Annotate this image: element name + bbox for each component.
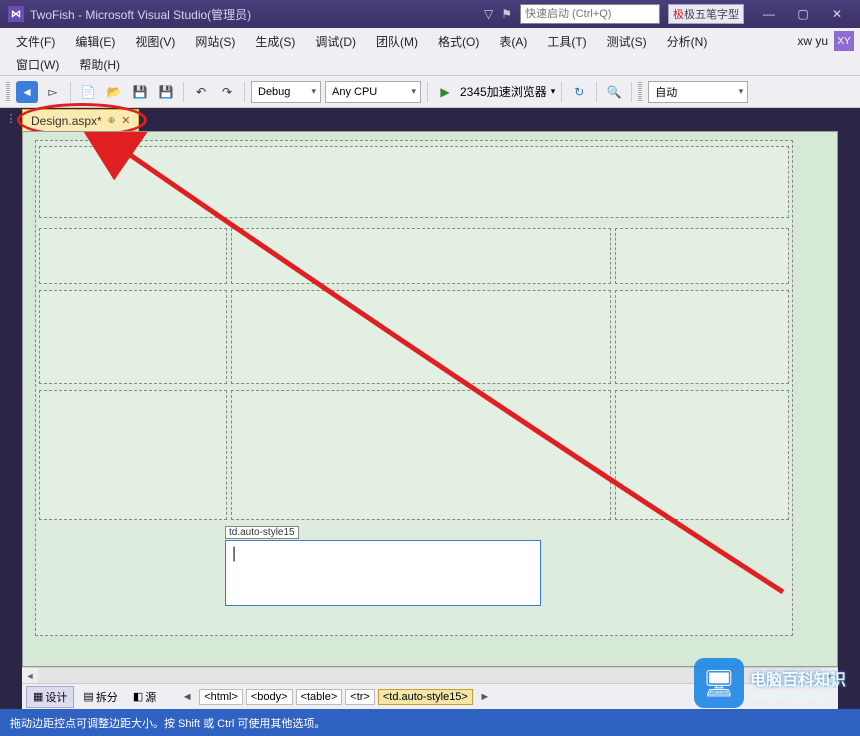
table-row-1[interactable]: [39, 146, 789, 218]
watermark: 🖥 电脑百科知识 www.pc-daily.com: [694, 658, 846, 708]
toolbar-grip[interactable]: [6, 82, 10, 102]
menu-edit[interactable]: 编辑(E): [65, 33, 125, 50]
editor-pane: td.auto-style15 ◄ ► ▦ 设计 ▤ 拆分 ◧ 源 ◄ <htm…: [22, 131, 838, 709]
menu-table[interactable]: 表(A): [489, 33, 537, 50]
find-button[interactable]: 🔍: [603, 81, 625, 103]
main-toolbar: ◄ ▻ 📄 📂 💾 💾 ↶ ↷ Debug Any CPU ▶ 2345加速浏览…: [0, 76, 860, 108]
menu-build[interactable]: 生成(S): [245, 33, 305, 50]
crumb-td[interactable]: <td.auto-style15>: [378, 689, 473, 705]
crumb-body[interactable]: <body>: [246, 689, 293, 705]
menu-help[interactable]: 帮助(H): [69, 56, 130, 73]
selected-cell[interactable]: [225, 540, 541, 606]
menu-file[interactable]: 文件(F): [6, 33, 65, 50]
minimize-button[interactable]: —: [754, 7, 784, 21]
save-button[interactable]: 💾: [129, 81, 151, 103]
menu-bar-row2: 窗口(W) 帮助(H): [0, 54, 860, 76]
redo-button[interactable]: ↷: [216, 81, 238, 103]
menu-team[interactable]: 团队(M): [366, 33, 428, 50]
table-cell-r2c2[interactable]: [231, 228, 611, 284]
table-cell-r2c1[interactable]: [39, 228, 227, 284]
pin-icon[interactable]: ⊕: [108, 115, 116, 126]
menu-test[interactable]: 测试(S): [597, 33, 657, 50]
menu-window[interactable]: 窗口(W): [6, 56, 69, 73]
notification-icon[interactable]: ▽: [484, 7, 493, 21]
nav-forward-button[interactable]: ▻: [42, 81, 64, 103]
tab-label: Design.aspx*: [31, 114, 102, 128]
feedback-icon[interactable]: ⚑: [501, 7, 512, 21]
table-cell-r4c3[interactable]: [615, 390, 789, 520]
watermark-title: 电脑百科知识: [750, 672, 846, 689]
status-text: 拖动边距控点可调整边距大小。按 Shift 或 Ctrl 可使用其他选项。: [10, 715, 325, 731]
workspace: ⋮ Design.aspx* ⊕ ✕ td.auto-style15: [0, 108, 860, 709]
run-button[interactable]: ▶: [434, 81, 456, 103]
user-badge[interactable]: XY: [834, 31, 854, 51]
view-design[interactable]: ▦ 设计: [26, 686, 74, 708]
crumb-table[interactable]: <table>: [296, 689, 343, 705]
menu-analyze[interactable]: 分析(N): [657, 33, 718, 50]
left-rail[interactable]: ⋮: [0, 108, 22, 709]
view-split[interactable]: ▤ 拆分: [77, 687, 123, 707]
watermark-icon: 🖥: [694, 658, 744, 708]
maximize-button[interactable]: ▢: [788, 7, 818, 21]
platform-dropdown[interactable]: Any CPU: [325, 81, 421, 103]
window-title: TwoFish - Microsoft Visual Studio(管理员): [30, 6, 251, 23]
undo-button[interactable]: ↶: [190, 81, 212, 103]
table-cell-r4c2[interactable]: [231, 390, 611, 520]
nav-back-button[interactable]: ◄: [16, 81, 38, 103]
close-button[interactable]: ✕: [822, 7, 852, 21]
watermark-url: www.pc-daily.com: [750, 690, 846, 701]
open-file-button[interactable]: 📂: [103, 81, 125, 103]
cell-tag-label: td.auto-style15: [225, 526, 299, 539]
crumb-prev[interactable]: ◄: [178, 691, 196, 703]
user-name[interactable]: xw yu: [797, 34, 828, 48]
target-dropdown[interactable]: 自动: [648, 81, 748, 103]
save-all-button[interactable]: 💾: [155, 81, 177, 103]
menu-format[interactable]: 格式(O): [428, 33, 489, 50]
crumb-next[interactable]: ►: [476, 691, 494, 703]
menu-website[interactable]: 网站(S): [185, 33, 245, 50]
ime-indicator[interactable]: 极极五笔字型: [668, 4, 744, 24]
menu-tools[interactable]: 工具(T): [537, 33, 596, 50]
crumb-tr[interactable]: <tr>: [345, 689, 375, 705]
menu-bar: 文件(F) 编辑(E) 视图(V) 网站(S) 生成(S) 调试(D) 团队(M…: [0, 28, 860, 54]
title-bar: ⋈ TwoFish - Microsoft Visual Studio(管理员)…: [0, 0, 860, 28]
tab-design-aspx[interactable]: Design.aspx* ⊕ ✕: [22, 109, 139, 131]
table-cell-r3c3[interactable]: [615, 290, 789, 384]
menu-view[interactable]: 视图(V): [125, 33, 185, 50]
scroll-left-arrow[interactable]: ◄: [22, 668, 38, 684]
new-file-button[interactable]: 📄: [77, 81, 99, 103]
browser-link-button[interactable]: ↻: [568, 81, 590, 103]
table-cell-r2c3[interactable]: [615, 228, 789, 284]
run-target-label[interactable]: 2345加速浏览器: [460, 83, 547, 100]
close-tab-icon[interactable]: ✕: [121, 114, 130, 127]
vs-logo-icon: ⋈: [8, 6, 24, 22]
table-cell-r3c2[interactable]: [231, 290, 611, 384]
view-source[interactable]: ◧ 源: [127, 687, 162, 707]
menu-debug[interactable]: 调试(D): [305, 33, 366, 50]
toolbar-grip-2[interactable]: [638, 82, 642, 102]
document-tabs: Design.aspx* ⊕ ✕: [22, 108, 838, 131]
table-cell-r4c1[interactable]: [39, 390, 227, 520]
config-dropdown[interactable]: Debug: [251, 81, 321, 103]
table-cell-r3c1[interactable]: [39, 290, 227, 384]
status-bar: 拖动边距控点可调整边距大小。按 Shift 或 Ctrl 可使用其他选项。: [0, 709, 860, 736]
crumb-html[interactable]: <html>: [199, 689, 243, 705]
quick-launch-input[interactable]: [520, 4, 660, 24]
titlebar-tools: ▽ ⚑ 极极五笔字型: [484, 4, 744, 24]
design-canvas[interactable]: td.auto-style15: [22, 131, 838, 667]
